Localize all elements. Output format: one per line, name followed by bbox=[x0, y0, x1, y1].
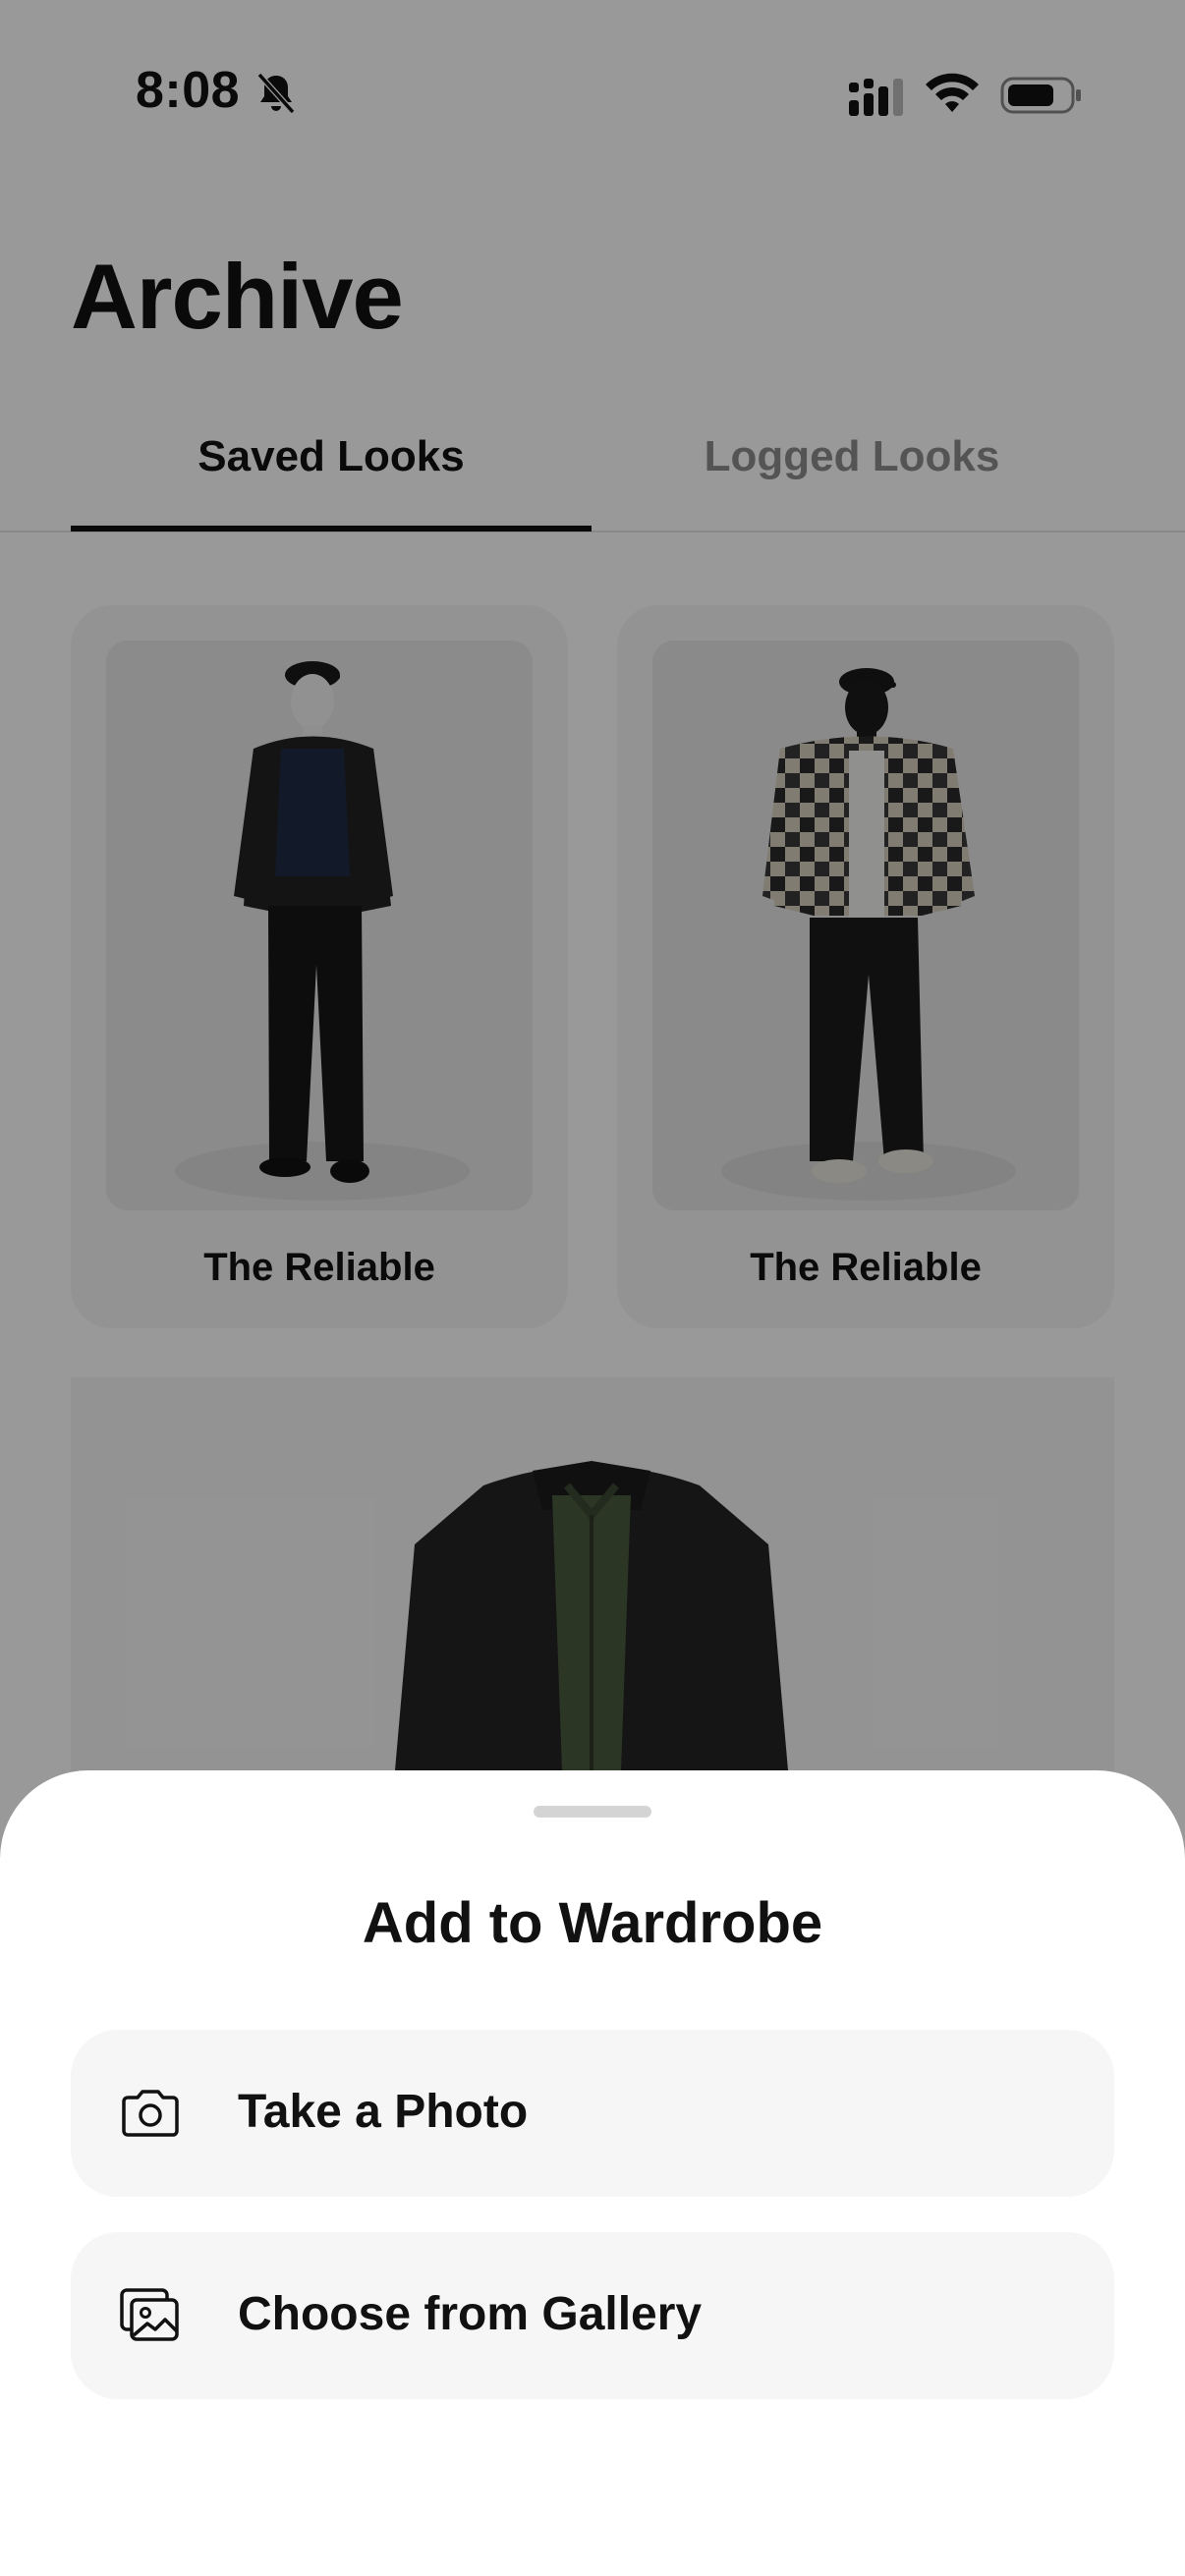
add-to-wardrobe-sheet: Add to Wardrobe Take a Photo Choose from… bbox=[0, 1770, 1185, 2576]
gallery-icon bbox=[120, 2288, 179, 2341]
take-photo-button[interactable]: Take a Photo bbox=[71, 2030, 1114, 2197]
choose-gallery-label: Choose from Gallery bbox=[238, 2288, 703, 2340]
camera-icon bbox=[122, 2090, 179, 2137]
sheet-title: Add to Wardrobe bbox=[362, 1891, 823, 1955]
archive-screen: 8:08 Archive Saved Looks Logged Looks Th… bbox=[0, 0, 1185, 2576]
take-photo-label: Take a Photo bbox=[238, 2086, 529, 2138]
choose-gallery-button[interactable]: Choose from Gallery bbox=[71, 2232, 1114, 2399]
sheet-grabber[interactable] bbox=[534, 1806, 651, 1818]
